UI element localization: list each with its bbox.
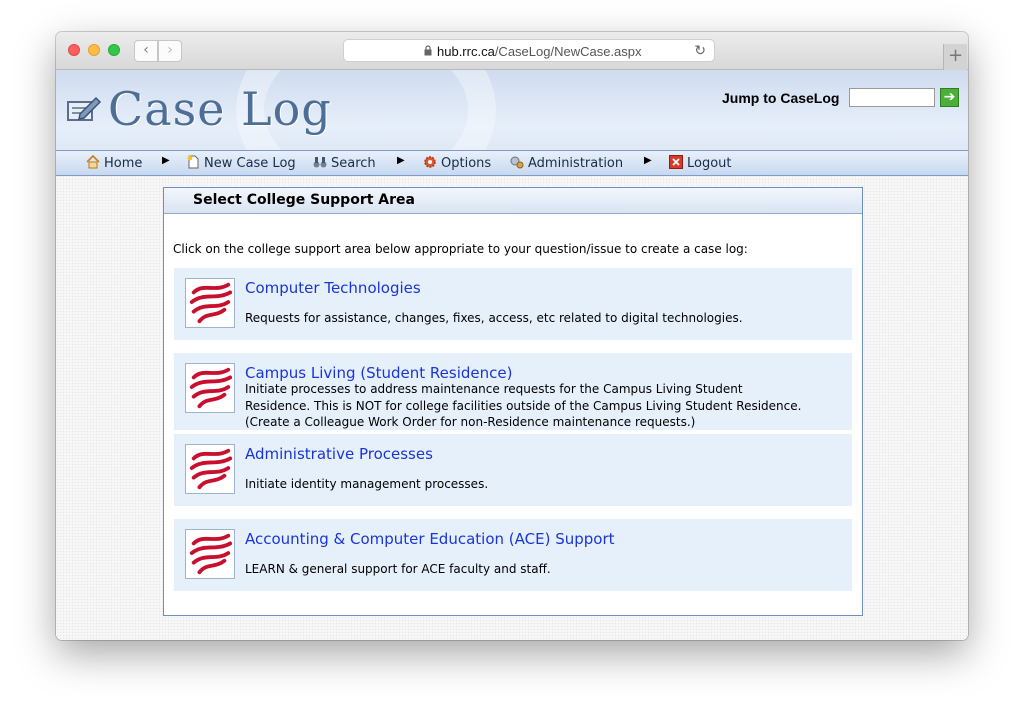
new-document-icon [187, 155, 199, 169]
menu-administration[interactable]: Administration [510, 155, 623, 171]
site-header: Case Log Jump to CaseLog ➔ [56, 70, 968, 150]
menu-home[interactable]: Home [86, 155, 142, 171]
area-title-link[interactable]: Computer Technologies [245, 279, 421, 297]
rrc-logo-icon [185, 363, 235, 413]
panel-title: Select College Support Area [193, 192, 415, 208]
caret-right-icon[interactable]: ▶ [162, 155, 170, 166]
close-icon [669, 155, 683, 169]
chevron-left-icon: ‹ [143, 42, 149, 58]
rrc-logo-icon [185, 278, 235, 328]
url-domain: hub.rrc.ca [437, 44, 495, 59]
minimize-window-button[interactable] [88, 44, 100, 56]
area-title-link[interactable]: Accounting & Computer Education (ACE) Su… [245, 530, 615, 548]
jump-to-caselog-label: Jump to CaseLog [722, 90, 840, 106]
home-icon [86, 155, 100, 169]
menu-home-label: Home [104, 156, 143, 171]
area-description: Initiate processes to address maintenanc… [245, 382, 743, 396]
zoom-window-button[interactable] [108, 44, 120, 56]
admin-gears-icon [510, 156, 524, 169]
chevron-right-icon: › [167, 42, 173, 58]
site-logo-text[interactable]: Case Log [108, 82, 332, 136]
support-area-campus-living[interactable]: Campus Living (Student Residence) Initia… [174, 353, 852, 430]
area-title-link[interactable]: Administrative Processes [245, 445, 433, 463]
notepad-pencil-icon [67, 96, 102, 121]
rrc-logo-icon [185, 444, 235, 494]
url-path: /CaseLog/NewCase.aspx [494, 44, 642, 59]
area-description: Initiate identity management processes. [245, 477, 489, 491]
menu-logout[interactable]: Logout [669, 155, 732, 171]
menu-administration-label: Administration [528, 156, 624, 171]
forward-button[interactable]: › [158, 40, 182, 62]
area-description: Requests for assistance, changes, fixes,… [245, 311, 743, 325]
back-button[interactable]: ‹ [134, 40, 158, 62]
browser-window: ‹ › hub.rrc.ca/CaseLog/NewCase.aspx ↻ + … [56, 32, 968, 640]
caret-right-icon[interactable]: ▶ [397, 155, 405, 166]
binoculars-icon [313, 157, 327, 168]
support-area-panel: Select College Support Area Click on the… [163, 187, 863, 616]
arrow-right-icon[interactable]: ➔ [940, 88, 959, 107]
menu-search[interactable]: Search [313, 155, 376, 171]
menu-new-case-log[interactable]: New Case Log [186, 155, 296, 171]
support-area-administrative-processes[interactable]: Administrative Processes Initiate identi… [174, 434, 852, 506]
support-area-computer-technologies[interactable]: Computer Technologies Requests for assis… [174, 268, 852, 340]
area-description: Residence. This is NOT for college facil… [245, 399, 802, 413]
area-title-link[interactable]: Campus Living (Student Residence) [245, 364, 512, 382]
rrc-logo-icon [185, 529, 235, 579]
support-area-ace-support[interactable]: Accounting & Computer Education (ACE) Su… [174, 519, 852, 591]
area-description: (Create a Colleague Work Order for non-R… [245, 415, 696, 429]
lock-icon [424, 45, 432, 56]
caret-right-icon[interactable]: ▶ [644, 155, 652, 166]
jump-to-caselog-input[interactable] [849, 88, 935, 107]
menu-options[interactable]: Options [423, 155, 491, 171]
area-description: LEARN & general support for ACE faculty … [245, 562, 551, 576]
menu-search-label: Search [331, 156, 376, 171]
panel-header: Select College Support Area [164, 188, 862, 214]
menu-new-case-log-label: New Case Log [204, 156, 296, 171]
menu-logout-label: Logout [687, 156, 732, 171]
gear-icon [424, 156, 436, 168]
menu-options-label: Options [441, 156, 492, 171]
main-menu: Home ▶ New Case Log Search ▶ Options Adm… [56, 150, 968, 176]
browser-titlebar: ‹ › hub.rrc.ca/CaseLog/NewCase.aspx ↻ + [56, 32, 968, 70]
page-content: Case Log Jump to CaseLog ➔ Home ▶ New Ca… [56, 70, 968, 640]
panel-intro: Click on the college support area below … [173, 242, 748, 256]
new-tab-button[interactable]: + [943, 44, 967, 70]
reload-icon[interactable]: ↻ [694, 42, 706, 59]
url-text: hub.rrc.ca/CaseLog/NewCase.aspx [437, 44, 642, 59]
address-bar[interactable]: hub.rrc.ca/CaseLog/NewCase.aspx ↻ [343, 39, 715, 62]
close-window-button[interactable] [68, 44, 80, 56]
